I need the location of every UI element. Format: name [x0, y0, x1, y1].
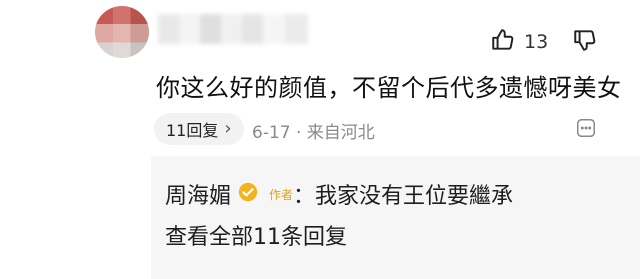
dislike-button[interactable] — [572, 27, 598, 57]
reply-content: 我家没有王位要繼承 — [315, 184, 514, 209]
username-blurred[interactable] — [158, 14, 308, 44]
chevron-right-icon: › — [224, 118, 232, 139]
reply-separator: ： — [293, 184, 316, 209]
reply-author[interactable]: 周海媚 — [165, 178, 231, 210]
reply-line: 周海媚 作者 ： 我家没有王位要繼承 — [165, 178, 513, 210]
comment-text: 你这么好的颜值，不留个后代多遗憾呀美女 — [156, 74, 622, 102]
thumbs-up-icon — [490, 27, 516, 57]
author-tag: 作者 — [269, 187, 294, 202]
like-button[interactable]: 13 — [490, 27, 548, 57]
reply-preview-box[interactable]: 周海媚 作者 ： 我家没有王位要繼承 查看全部11条回复 — [151, 156, 640, 279]
user-avatar[interactable] — [95, 6, 149, 58]
comment-meta: 6-17 · 来自河北 — [252, 123, 375, 143]
thumbs-down-icon — [572, 30, 598, 57]
view-all-replies-link[interactable]: 查看全部11条回复 — [165, 219, 347, 251]
reply-count-label: 11回复 — [166, 121, 219, 140]
view-replies-button[interactable]: 11回复 › — [154, 113, 244, 145]
more-options-icon — [575, 119, 597, 143]
verified-badge-icon — [231, 181, 259, 207]
more-options-button[interactable] — [575, 117, 597, 143]
like-count: 13 — [524, 31, 549, 53]
